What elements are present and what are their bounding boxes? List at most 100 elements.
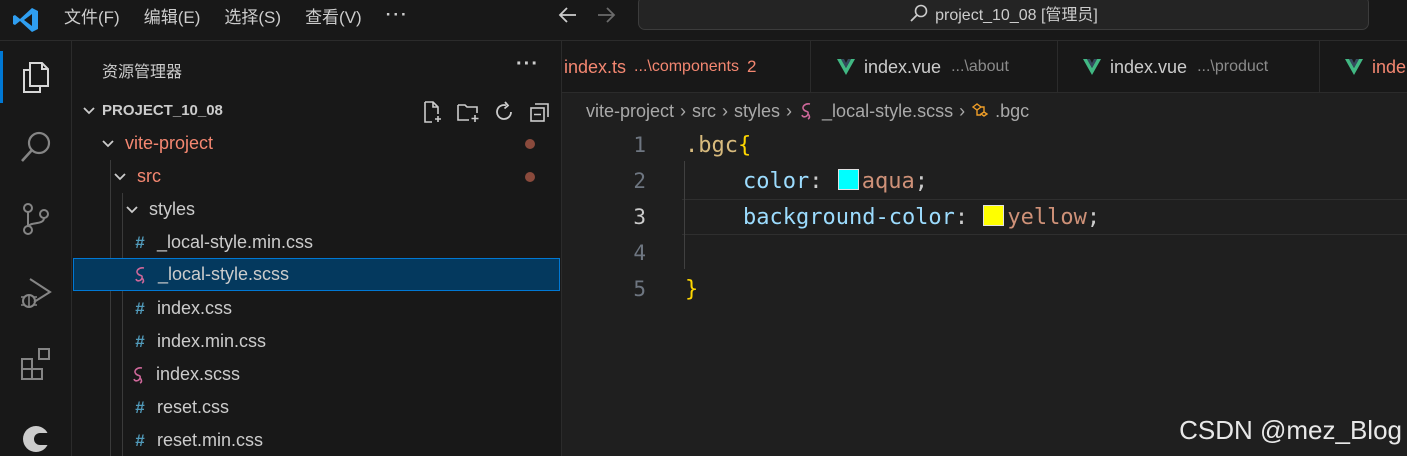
css-file-icon: # <box>135 397 145 417</box>
tab-description: ...\product <box>1197 58 1269 75</box>
modified-indicator <box>525 138 535 149</box>
css-file-icon: # <box>135 430 145 450</box>
tree-item-label: _local-style.scss <box>158 264 290 284</box>
tree-file-local-style-min-css[interactable]: # _local-style.min.css <box>72 226 560 259</box>
tree-item-label: index.scss <box>156 364 241 384</box>
tree-file-index-min-css[interactable]: # index.min.css <box>72 325 560 358</box>
project-section-header[interactable]: PROJECT_10_08 <box>72 94 562 127</box>
new-folder-icon[interactable] <box>456 100 480 124</box>
tree-item-label: _local-style.min.css <box>157 232 314 252</box>
code-line: 1 .bgc{ <box>562 127 1407 163</box>
activity-remote[interactable] <box>0 407 72 456</box>
chevron-down-icon <box>114 172 126 180</box>
line-number: 4 <box>633 241 646 265</box>
tab-label: inde <box>1372 56 1407 77</box>
tree-folder-vite-project[interactable]: vite-project <box>72 127 560 160</box>
explorer-icon <box>23 62 49 93</box>
tree-item-label: reset.min.css <box>157 430 264 450</box>
css-file-icon: # <box>135 232 145 252</box>
chevron-right-icon: › <box>680 100 687 121</box>
breadcrumb: vite-project › src › styles › _local-sty… <box>586 99 1029 123</box>
color-swatch-aqua[interactable] <box>837 168 859 190</box>
refresh-icon[interactable] <box>492 100 516 124</box>
tab-index-vue-product[interactable]: index.vue ...\product <box>1058 41 1320 92</box>
open-brace: { <box>737 132 752 158</box>
css-property: color <box>743 168 810 194</box>
collapse-all-icon[interactable] <box>528 100 552 124</box>
activity-source-control[interactable] <box>0 189 72 249</box>
sass-file-icon <box>133 366 143 384</box>
tab-index-ts[interactable]: index.ts ...\components 2 <box>562 41 811 92</box>
css-property: background-color <box>743 204 955 230</box>
explorer-sidebar: 资源管理器 ··· PROJECT_10_08 vite-project src… <box>72 41 562 456</box>
watermark: CSDN @mez_Blog <box>1179 415 1402 445</box>
activity-search[interactable] <box>0 117 72 177</box>
back-arrow-icon[interactable] <box>556 4 580 26</box>
tree-folder-src[interactable]: src <box>72 160 560 193</box>
explorer-more-button[interactable]: ··· <box>516 53 539 76</box>
code-text: color: aqua; <box>743 168 928 194</box>
forward-arrow-icon[interactable] <box>594 4 618 26</box>
command-center-label: project_10_08 [管理员] <box>935 7 1098 24</box>
breadcrumb-item[interactable]: _local-style.scss <box>822 101 953 122</box>
tree-file-local-style-scss[interactable]: _local-style.scss <box>73 258 560 291</box>
new-file-icon[interactable] <box>420 100 444 124</box>
menu-edit[interactable]: 编辑(E) <box>144 3 201 28</box>
css-value: aqua <box>861 168 915 194</box>
navigation-arrows <box>556 4 618 26</box>
color-swatch-yellow[interactable] <box>983 204 1005 226</box>
menu-bar: 文件(F) 编辑(E) 选择(S) 查看(V) ··· <box>64 0 433 30</box>
code-line: 4 <box>562 235 1407 271</box>
problem-count-badge: 2 <box>747 57 757 76</box>
tab-index-partial[interactable]: inde <box>1320 41 1407 92</box>
tree-file-reset-css[interactable]: # reset.css <box>72 391 560 424</box>
menu-file[interactable]: 文件(F) <box>64 3 120 28</box>
chevron-right-icon: › <box>722 100 729 121</box>
project-name: PROJECT_10_08 <box>102 102 223 119</box>
modified-indicator <box>525 171 535 182</box>
editor-tab-bar: index.ts ...\components 2 index.vue ...\… <box>562 41 1407 93</box>
tree-file-index-css[interactable]: # index.css <box>72 292 560 325</box>
code-editor[interactable]: 1 .bgc{ 2 color: aqua; 3 background-colo… <box>562 127 1407 456</box>
breadcrumb-item[interactable]: src <box>692 101 716 122</box>
explorer-title: 资源管理器 <box>102 64 183 81</box>
activity-run-debug[interactable] <box>0 263 72 323</box>
tab-label: index.vue <box>864 56 942 77</box>
menu-selection[interactable]: 选择(S) <box>224 3 281 28</box>
breadcrumb-item[interactable]: .bgc <box>995 101 1029 122</box>
activity-explorer[interactable] <box>0 47 72 107</box>
menu-more[interactable]: ··· <box>386 5 409 25</box>
tab-label: index.ts <box>564 56 627 77</box>
title-bar: 文件(F) 编辑(E) 选择(S) 查看(V) ··· project_10_0… <box>0 0 1407 41</box>
sass-file-icon <box>135 266 145 284</box>
chevron-down-icon <box>83 106 95 114</box>
tree-item-label: vite-project <box>125 133 214 153</box>
breadcrumb-item[interactable]: styles <box>734 101 780 122</box>
vue-file-icon <box>1083 59 1101 75</box>
line-number: 5 <box>633 277 646 301</box>
chevron-right-icon: › <box>959 100 966 121</box>
project-actions <box>420 100 552 124</box>
tab-description: ...\components <box>634 58 739 75</box>
remote-icon <box>23 426 52 452</box>
code-line-current: 3 background-color: yellow; <box>562 199 1407 235</box>
tab-description: ...\about <box>951 58 1009 75</box>
menu-view[interactable]: 查看(V) <box>305 3 362 28</box>
css-value: yellow <box>1007 204 1087 230</box>
command-center-search[interactable]: project_10_08 [管理员] <box>638 0 1369 30</box>
activity-bar <box>0 41 72 456</box>
code-text: .bgc{ <box>685 133 751 158</box>
extensions-icon <box>21 348 50 380</box>
tree-item-label: index.min.css <box>157 331 267 351</box>
tab-index-vue-about[interactable]: index.vue ...\about <box>811 41 1058 92</box>
line-number: 2 <box>633 169 646 193</box>
breadcrumb-item[interactable]: vite-project <box>586 101 674 122</box>
tree-file-reset-min-css[interactable]: # reset.min.css <box>72 424 560 456</box>
tab-label: index.vue <box>1110 56 1188 77</box>
tree-folder-styles[interactable]: styles <box>72 193 560 226</box>
vue-file-icon <box>1345 59 1363 75</box>
activity-extensions[interactable] <box>0 333 72 393</box>
code-line: 5 } <box>562 271 1407 307</box>
tree-file-index-scss[interactable]: index.scss <box>72 358 560 391</box>
css-selector: .bgc <box>685 132 738 158</box>
